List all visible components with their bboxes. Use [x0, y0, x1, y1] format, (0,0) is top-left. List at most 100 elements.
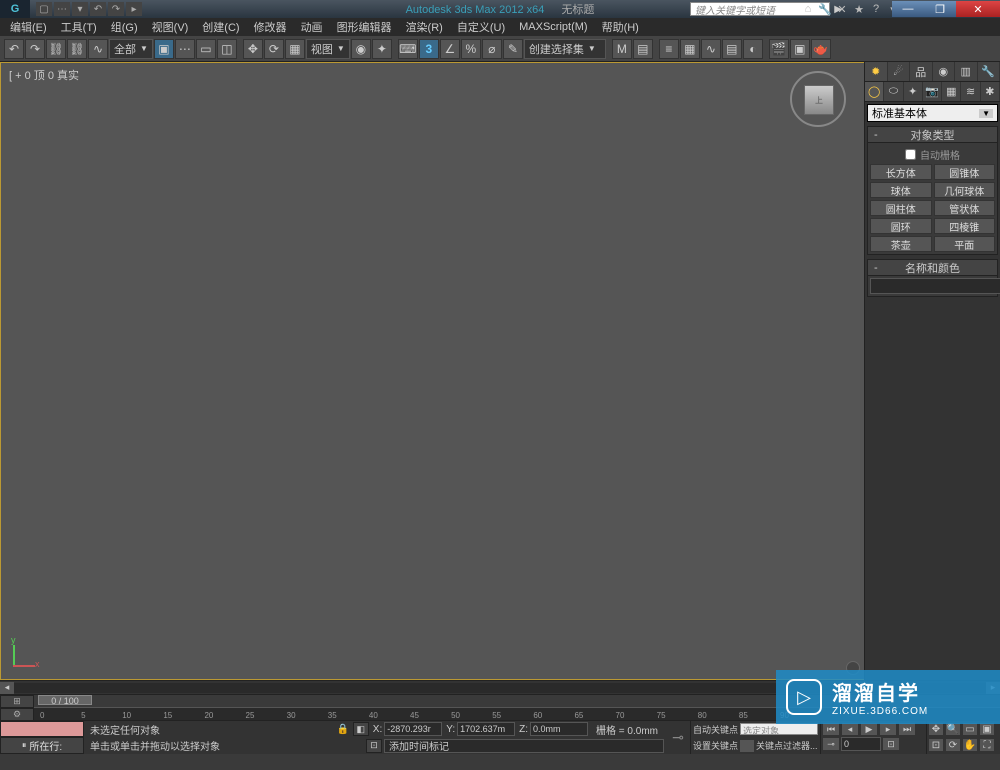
key-mode-button[interactable]: ⊸	[822, 737, 840, 751]
select-object-button[interactable]: ▣	[154, 39, 174, 59]
bind-spacewarp-button[interactable]: ∿	[88, 39, 108, 59]
select-by-name-button[interactable]: ⋯	[175, 39, 195, 59]
time-config-button[interactable]: ⊡	[882, 737, 900, 751]
material-editor-button[interactable]: ◐	[743, 39, 763, 59]
viewport-label[interactable]: [ + 0 顶 0 真实	[9, 67, 79, 83]
prim-pyramid-button[interactable]: 四棱锥	[934, 218, 996, 234]
tab-create[interactable]: ✹	[865, 62, 888, 81]
cat-helpers[interactable]: ▦	[942, 82, 961, 101]
y-coord-input[interactable]: 1702.637m	[457, 722, 515, 736]
undo-button[interactable]: ↶	[4, 39, 24, 59]
select-scale-button[interactable]: ▦	[285, 39, 305, 59]
subscription-icon[interactable]: 🔧	[818, 2, 832, 16]
tab-hierarchy[interactable]: 品	[910, 62, 933, 81]
select-region-button[interactable]: ▭	[196, 39, 216, 59]
prim-geosphere-button[interactable]: 几何球体	[934, 182, 996, 198]
menu-help[interactable]: 帮助(H)	[596, 17, 645, 37]
trackbar-config-button[interactable]: ⚙	[0, 708, 34, 721]
select-move-button[interactable]: ✥	[243, 39, 263, 59]
time-slider-thumb[interactable]: 0 / 100	[38, 695, 92, 705]
pan-view-button[interactable]: ✋	[962, 738, 978, 752]
percent-snap-button[interactable]: %	[461, 39, 481, 59]
play-button[interactable]: ▶	[860, 722, 878, 736]
auto-grid-checkbox[interactable]	[905, 149, 916, 160]
script-listener-mini[interactable]	[0, 721, 84, 737]
cat-cameras[interactable]: 📷	[923, 82, 942, 101]
select-rotate-button[interactable]: ⟳	[264, 39, 284, 59]
rendered-frame-button[interactable]: ▣	[790, 39, 810, 59]
qat-undo-icon[interactable]: ↶	[90, 2, 106, 16]
zoom-extents-button[interactable]: ⊡	[928, 738, 944, 752]
menu-tools[interactable]: 工具(T)	[55, 17, 103, 37]
tab-motion[interactable]: ◉	[933, 62, 956, 81]
favorite-icon[interactable]: ★	[852, 2, 866, 16]
keyboard-shortcut-button[interactable]: ⌨	[398, 39, 418, 59]
cat-shapes[interactable]: ⬭	[884, 82, 903, 101]
qat-redo-icon[interactable]: ↷	[108, 2, 124, 16]
zoom-button[interactable]: 🔍	[945, 722, 961, 736]
key-selection-set[interactable]: 选定对象	[740, 723, 818, 735]
tab-utilities[interactable]: 🔧	[978, 62, 1000, 81]
selection-lock-icon[interactable]: 🔒	[337, 724, 351, 735]
cat-lights[interactable]: ✦	[904, 82, 923, 101]
next-frame-button[interactable]: ▸	[879, 722, 897, 736]
qat-save-icon[interactable]: ▾	[72, 2, 88, 16]
pan-button[interactable]: ✥	[928, 722, 944, 736]
layers-button[interactable]: ≡	[659, 39, 679, 59]
orbit-button[interactable]: ⟳	[945, 738, 961, 752]
exchange-icon[interactable]: ✕	[835, 2, 849, 16]
zoom-all-button[interactable]: ▣	[979, 722, 995, 736]
qat-new-icon[interactable]: ▢	[36, 2, 52, 16]
x-coord-input[interactable]: -2870.293r	[384, 722, 442, 736]
link-button[interactable]: ⛓	[46, 39, 66, 59]
close-button[interactable]: ✕	[956, 1, 1000, 17]
prim-tube-button[interactable]: 管状体	[934, 200, 996, 216]
cat-systems[interactable]: ✱	[981, 82, 1000, 101]
unlink-button[interactable]: ⛓	[67, 39, 87, 59]
rollout-header-name-color[interactable]: 名称和颜色	[868, 260, 997, 276]
select-manipulate-button[interactable]: ✦	[372, 39, 392, 59]
set-key-large-icon[interactable]: ⊸	[666, 721, 690, 754]
menu-maxscript[interactable]: MAXScript(M)	[513, 19, 593, 35]
menu-rendering[interactable]: 渲染(R)	[400, 17, 449, 37]
menu-customize[interactable]: 自定义(U)	[451, 17, 511, 37]
maximize-viewport-button[interactable]: ⛶	[979, 738, 995, 752]
named-selection-dropdown[interactable]: 创建选择集▼	[524, 39, 606, 59]
prim-sphere-button[interactable]: 球体	[870, 182, 932, 198]
menu-create[interactable]: 创建(C)	[196, 17, 245, 37]
macro-recorder-button[interactable]: 所在行:	[0, 737, 84, 754]
set-key-button[interactable]: 设置关键点	[693, 739, 738, 752]
infocenter-icon[interactable]: ⌂	[801, 2, 815, 16]
comm-center-icon[interactable]: ⊡	[366, 739, 382, 753]
isolate-icon[interactable]: ◧	[353, 722, 369, 736]
cat-spacewarps[interactable]: ≋	[961, 82, 980, 101]
redo-button[interactable]: ↷	[25, 39, 45, 59]
render-setup-button[interactable]: 🎬	[769, 39, 789, 59]
minimize-button[interactable]: —	[892, 1, 924, 17]
render-production-button[interactable]: 🫖	[811, 39, 831, 59]
viewport[interactable]: [ + 0 顶 0 真实 上 y x	[0, 62, 864, 680]
menu-view[interactable]: 视图(V)	[146, 17, 195, 37]
prim-cylinder-button[interactable]: 圆柱体	[870, 200, 932, 216]
spinner-snap-button[interactable]: ⌀	[482, 39, 502, 59]
qat-more-icon[interactable]: ▸	[126, 2, 142, 16]
z-coord-input[interactable]: 0.0mm	[530, 722, 588, 736]
goto-start-button[interactable]: ⏮	[822, 722, 840, 736]
add-time-tag[interactable]: 添加时间标记	[384, 739, 664, 753]
viewcube-face[interactable]: 上	[804, 85, 834, 115]
app-logo[interactable]: G	[0, 0, 30, 18]
goto-end-button[interactable]: ⏭	[898, 722, 916, 736]
key-filters-button[interactable]: 关键点过滤器...	[756, 739, 818, 752]
help-icon[interactable]: ?	[869, 2, 883, 16]
graphite-button[interactable]: ▦	[680, 39, 700, 59]
pivot-center-button[interactable]: ◉	[351, 39, 371, 59]
edit-named-sel-button[interactable]: ✎	[503, 39, 523, 59]
prim-box-button[interactable]: 长方体	[870, 164, 932, 180]
auto-key-button[interactable]: 自动关键点	[693, 723, 738, 736]
angle-snap-button[interactable]: ∠	[440, 39, 460, 59]
cat-geometry[interactable]: ◯	[865, 82, 884, 101]
menu-modifiers[interactable]: 修改器	[248, 17, 293, 37]
menu-animation[interactable]: 动画	[295, 17, 329, 37]
prim-torus-button[interactable]: 圆环	[870, 218, 932, 234]
current-time-input[interactable]: 0	[841, 737, 881, 751]
